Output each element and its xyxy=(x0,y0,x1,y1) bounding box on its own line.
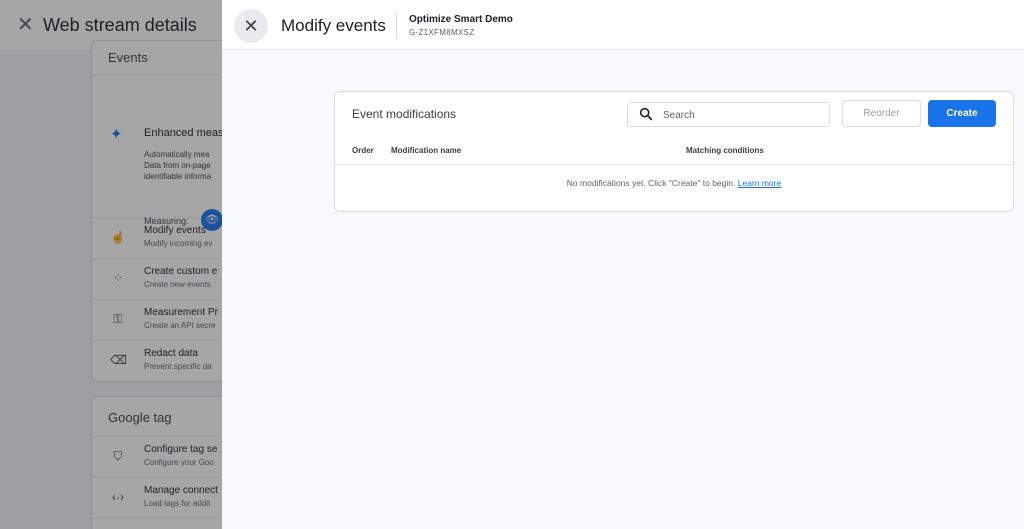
modify-events-panel: ✕ Modify events Optimize Smart Demo G-Z1… xyxy=(222,0,1024,529)
panel-title: Modify events xyxy=(281,16,386,35)
empty-state-message: No modifications yet. Click "Create" to … xyxy=(335,178,1013,188)
search-icon xyxy=(639,107,653,121)
table-divider xyxy=(335,164,1013,165)
modal-scrim[interactable] xyxy=(0,0,222,529)
header-divider xyxy=(396,12,397,39)
reorder-button[interactable]: Reorder xyxy=(842,100,921,127)
panel-header: ✕ Modify events Optimize Smart Demo G-Z1… xyxy=(222,0,1024,50)
search-input[interactable] xyxy=(663,107,823,123)
empty-state-text: No modifications yet. Click "Create" to … xyxy=(566,178,736,188)
property-id: G-Z1XFM8MXSZ xyxy=(409,28,475,37)
event-modifications-card: Event modifications Reorder Create Order… xyxy=(334,91,1014,212)
property-name: Optimize Smart Demo xyxy=(409,14,513,25)
learn-more-link[interactable]: Learn more xyxy=(738,178,781,188)
column-header-matching-conditions[interactable]: Matching conditions xyxy=(686,146,764,155)
search-box[interactable] xyxy=(627,102,830,127)
column-header-order[interactable]: Order xyxy=(352,146,374,155)
create-button[interactable]: Create xyxy=(928,100,996,127)
close-icon[interactable]: ✕ xyxy=(234,9,268,43)
card-title: Event modifications xyxy=(352,107,457,121)
column-header-modification-name[interactable]: Modification name xyxy=(391,146,461,155)
